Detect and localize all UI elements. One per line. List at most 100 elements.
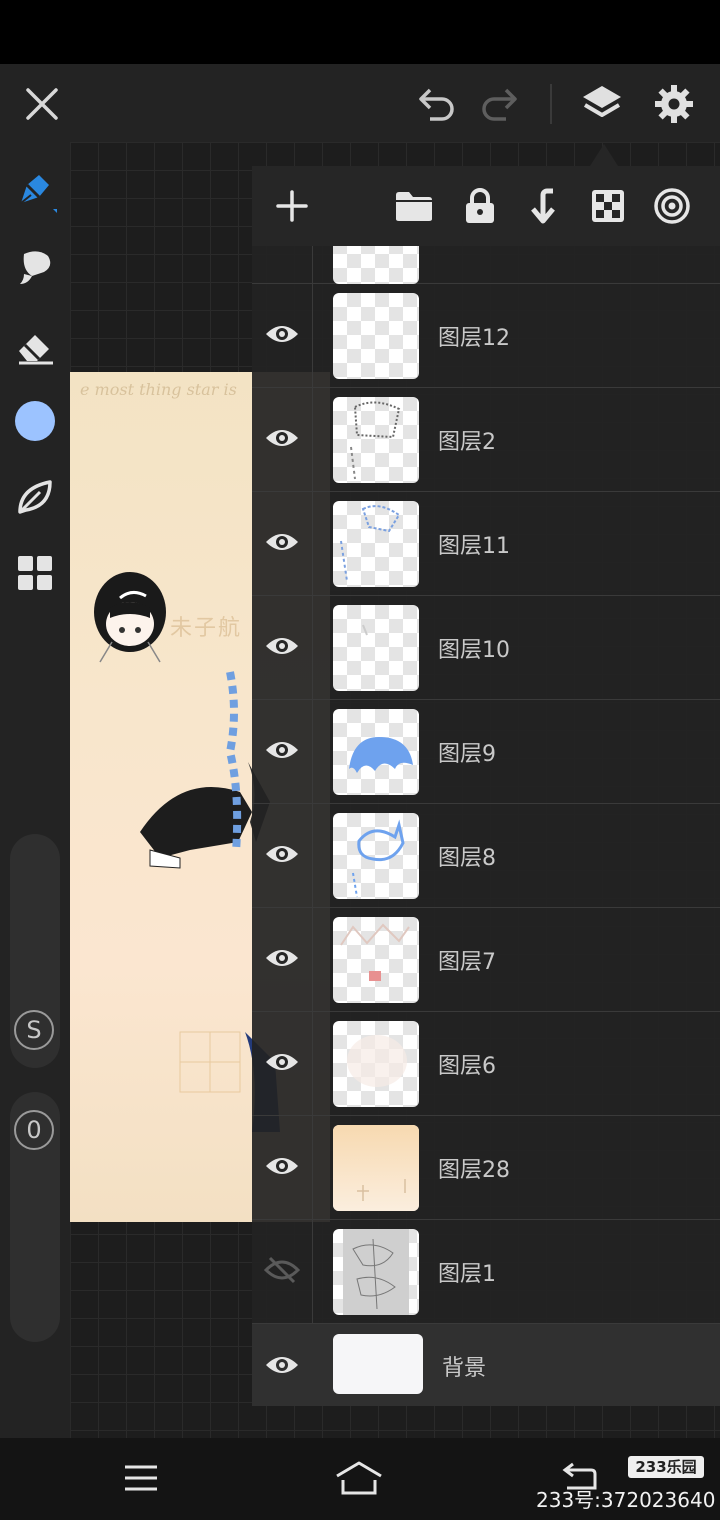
eye-icon: [266, 1158, 298, 1174]
gallery-tool[interactable]: [10, 548, 60, 598]
add-icon: [276, 190, 308, 222]
layers-panel: 图层12 图层2 图层11 图层10 图层9 图层8 图层7 图层6 图层28 图层1 背景: [252, 166, 720, 1406]
layer-row-divider: [312, 284, 313, 388]
chibi-head: [94, 572, 166, 663]
visibility-toggle[interactable]: [262, 1146, 302, 1186]
layer-name: 图层11: [438, 534, 510, 559]
brush-size-slider[interactable]: S: [10, 834, 60, 1068]
visibility-toggle[interactable]: [262, 1250, 302, 1290]
add-layer-button[interactable]: [266, 180, 318, 232]
pen-tool[interactable]: [10, 166, 60, 216]
undo-button[interactable]: [410, 78, 462, 130]
menu-button[interactable]: [116, 1456, 166, 1500]
layer-row[interactable]: 图层11: [252, 492, 720, 596]
target-icon: [654, 188, 690, 224]
transparency-icon: [592, 190, 624, 222]
grid-icon: [18, 556, 52, 590]
layer-name: 图层8: [438, 846, 496, 871]
visibility-toggle[interactable]: [262, 314, 302, 354]
pen-icon: [20, 175, 57, 213]
layer-thumbnail: [333, 397, 419, 483]
layer-name: 图层10: [438, 638, 510, 663]
eye-icon: [266, 950, 298, 966]
visibility-toggle[interactable]: [262, 1345, 302, 1385]
layer-row-background[interactable]: 背景: [252, 1324, 720, 1406]
home-button[interactable]: [334, 1456, 384, 1500]
size-badge: S: [14, 1010, 54, 1050]
visibility-toggle[interactable]: [262, 938, 302, 978]
alpha-lock-button[interactable]: [582, 180, 634, 232]
layer-row[interactable]: 图层6: [252, 1012, 720, 1116]
layer-row[interactable]: 图层1: [252, 1220, 720, 1324]
lock-icon: [466, 188, 494, 223]
lock-layer-button[interactable]: [454, 180, 506, 232]
eye-icon: [266, 1054, 298, 1070]
layer-name: 图层9: [438, 742, 496, 767]
visibility-toggle[interactable]: [262, 730, 302, 770]
color-picker[interactable]: [10, 396, 60, 446]
eraser-tool[interactable]: [10, 320, 60, 370]
background-layer-name: 背景: [442, 1356, 487, 1381]
top-toolbar: [0, 64, 720, 142]
smudge-tool[interactable]: [10, 242, 60, 292]
layers-button[interactable]: [576, 78, 628, 130]
visibility-toggle[interactable]: [262, 626, 302, 666]
reference-button[interactable]: [646, 180, 698, 232]
layer-name: 图层6: [438, 1054, 496, 1079]
eye-icon: [266, 326, 298, 342]
layer-row-divider: [312, 908, 313, 1012]
layer-row-divider: [312, 246, 313, 284]
layer-row-partial[interactable]: [252, 246, 720, 284]
layer-row-divider: [312, 700, 313, 804]
eye-icon: [266, 1357, 298, 1373]
layers-icon: [583, 86, 621, 117]
eraser-icon: [19, 335, 53, 365]
gear-icon: [655, 85, 693, 123]
visibility-toggle[interactable]: [262, 1042, 302, 1082]
watermark-logo: 233乐园: [628, 1456, 704, 1478]
eye-icon: [266, 742, 298, 758]
layer-row[interactable]: 图层12: [252, 284, 720, 388]
smudge-icon: [20, 251, 51, 284]
layer-row-partial-clip: [252, 246, 720, 284]
close-button[interactable]: [16, 78, 68, 130]
eye-icon: [266, 638, 298, 654]
eye-icon: [266, 534, 298, 550]
layer-thumbnail: [333, 1021, 419, 1107]
layer-row[interactable]: 图层28: [252, 1116, 720, 1220]
merge-down-icon: [531, 188, 555, 224]
visibility-toggle[interactable]: [262, 834, 302, 874]
layer-row[interactable]: 图层9: [252, 700, 720, 804]
layer-name: 图层28: [438, 1158, 510, 1183]
status-bar: [0, 0, 720, 64]
layer-thumbnail: [333, 1229, 419, 1315]
layer-row-divider: [312, 1012, 313, 1116]
new-group-button[interactable]: [388, 180, 440, 232]
layer-name: 图层1: [438, 1262, 496, 1287]
layer-row[interactable]: 图层2: [252, 388, 720, 492]
close-icon: [26, 88, 58, 120]
layer-row-divider: [312, 596, 313, 700]
layers-panel-toolbar: [252, 166, 720, 246]
layer-thumbnail: [333, 293, 419, 379]
folder-icon: [396, 192, 432, 221]
redo-button[interactable]: [474, 78, 526, 130]
color-swatch: [15, 401, 55, 441]
layers-panel-pointer: [590, 144, 618, 166]
visibility-toggle[interactable]: [262, 522, 302, 562]
layer-row[interactable]: 图层8: [252, 804, 720, 908]
layer-thumbnail: [333, 246, 419, 284]
brush-library-tool[interactable]: [10, 472, 60, 522]
layer-row[interactable]: 图层10: [252, 596, 720, 700]
layer-row[interactable]: 图层7: [252, 908, 720, 1012]
visibility-toggle[interactable]: [262, 418, 302, 458]
layer-thumbnail: [333, 1125, 419, 1211]
settings-button[interactable]: [648, 78, 700, 130]
opacity-slider[interactable]: 0: [10, 1092, 60, 1342]
merge-down-button[interactable]: [518, 180, 570, 232]
redo-icon: [482, 88, 517, 121]
layer-row-divider: [312, 388, 313, 492]
layer-row-divider: [312, 804, 313, 908]
home-icon: [336, 1461, 382, 1495]
layer-row-divider: [312, 492, 313, 596]
